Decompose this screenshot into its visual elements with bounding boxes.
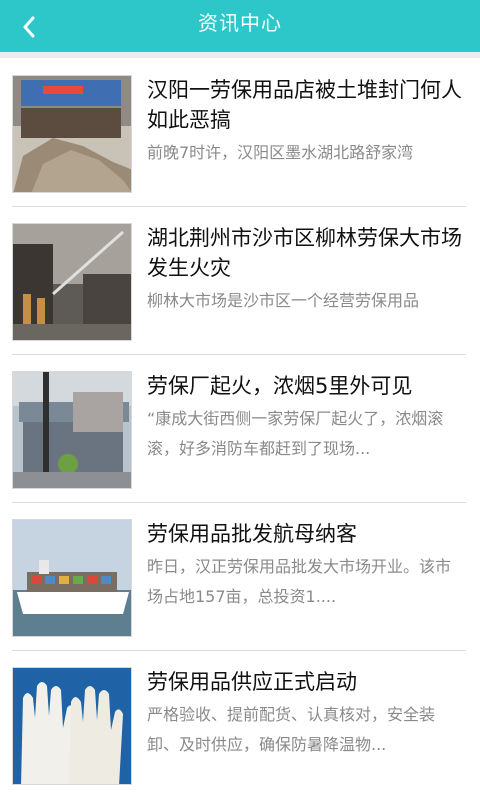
news-summary: “康成大街西侧一家劳保厂起火了，浓烟滚滚，好多消防车都赶到了现场... [147,409,444,458]
news-thumbnail [12,667,132,785]
news-title: 劳保用品供应正式启动 [147,670,357,694]
page-title: 资讯中心 [198,11,282,35]
news-thumbnail [12,75,132,193]
news-item[interactable]: 汉阳一劳保用品店被土堆封门何人如此恶搞 前晚7时许，汉阳区墨水湖北路舒家湾 [0,58,480,206]
news-thumbnail [12,519,132,637]
news-item[interactable]: 湖北荆州市沙市区柳林劳保大市场发生火灾 柳林大市场是沙市区一个经营劳保用品 [0,206,480,354]
news-list: 汉阳一劳保用品店被土堆封门何人如此恶搞 前晚7时许，汉阳区墨水湖北路舒家湾 湖北… [0,58,480,800]
news-item[interactable]: 劳保用品供应正式启动 严格验收、提前配货、认真核对，安全装卸、及时供应，确保防暑… [0,650,480,798]
news-item[interactable]: 劳保用品批发航母纳客 昨日，汉正劳保用品批发大市场开业。该市场占地157亩，总投… [0,502,480,650]
news-thumbnail [12,223,132,341]
news-title: 湖北荆州市沙市区柳林劳保大市场发生火灾 [147,226,462,280]
app-header: 资讯中心 [0,0,480,52]
news-summary: 前晚7时许，汉阳区墨水湖北路舒家湾 [147,143,414,162]
news-title: 劳保用品批发航母纳客 [147,522,357,546]
news-summary: 严格验收、提前配货、认真核对，安全装卸、及时供应，确保防暑降温物... [147,705,436,754]
news-title: 劳保厂起火，浓烟5里外可见 [147,374,413,398]
news-summary: 柳林大市场是沙市区一个经营劳保用品 [147,291,420,310]
news-item[interactable]: 劳保厂起火，浓烟5里外可见 “康成大街西侧一家劳保厂起火了，浓烟滚滚，好多消防车… [0,354,480,502]
news-summary: 昨日，汉正劳保用品批发大市场开业。该市场占地157亩，总投资1.... [147,557,452,606]
news-thumbnail [12,371,132,489]
news-title: 汉阳一劳保用品店被土堆封门何人如此恶搞 [147,78,462,132]
